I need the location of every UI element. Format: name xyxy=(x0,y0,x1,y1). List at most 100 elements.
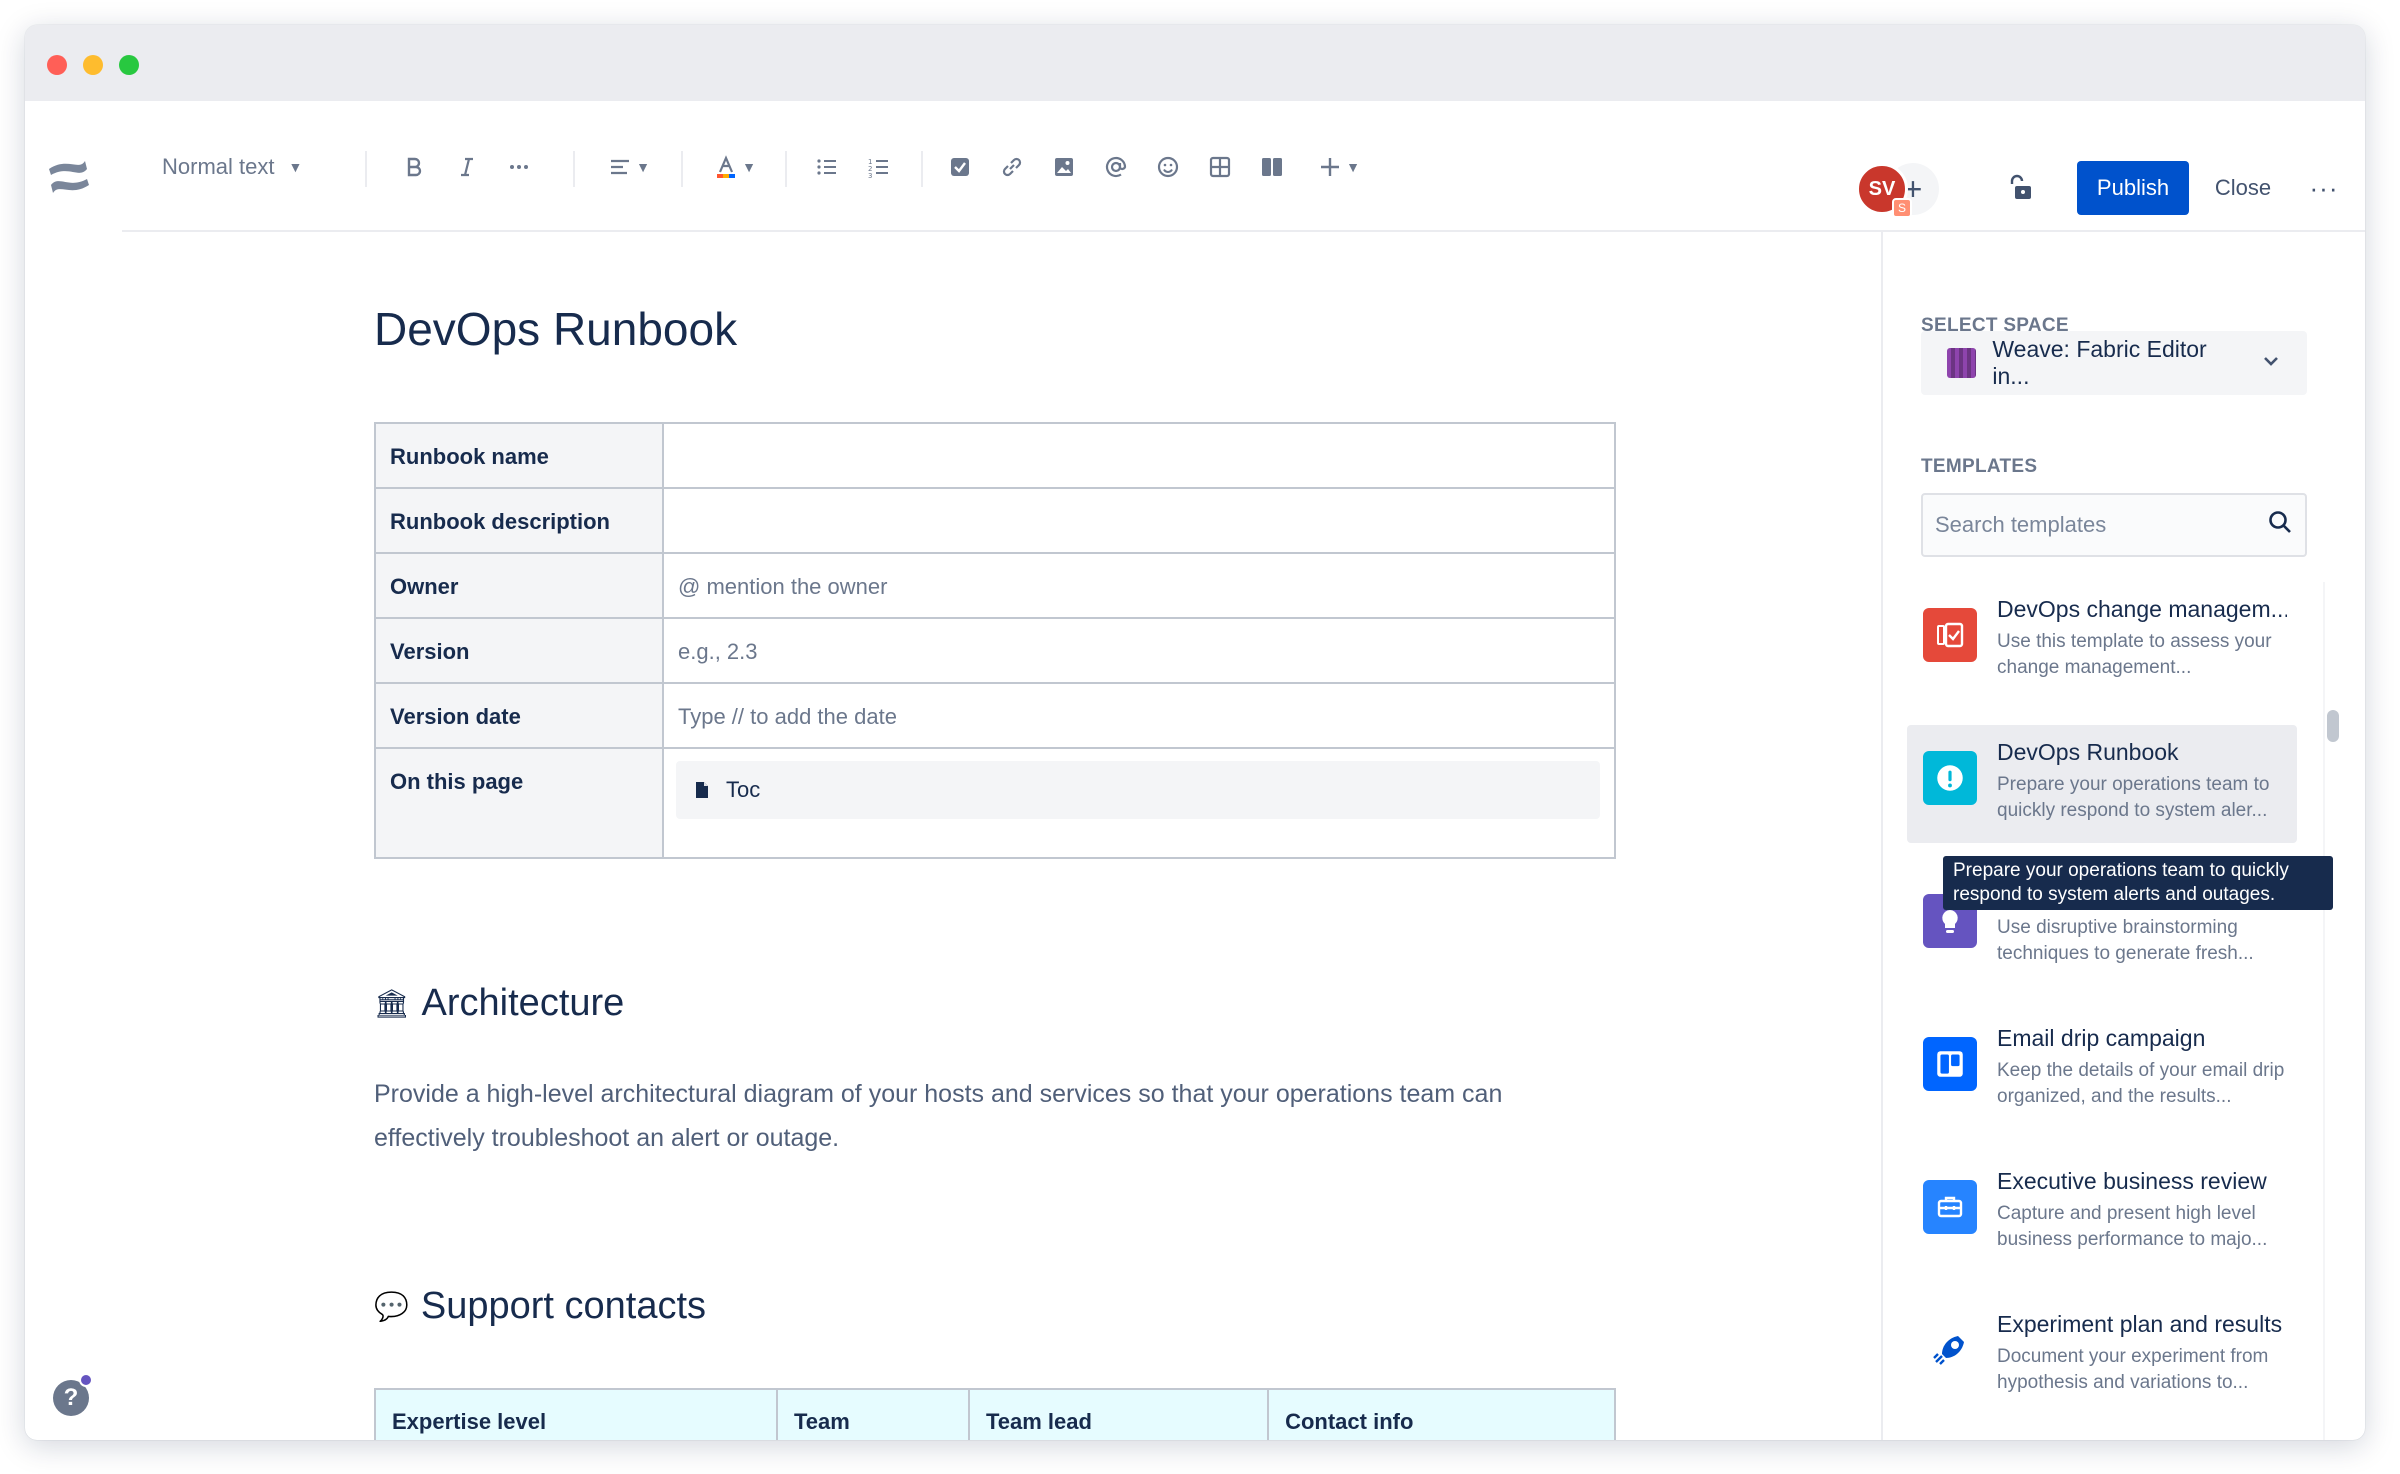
scrollbar-thumb[interactable] xyxy=(2327,710,2339,742)
insert-dropdown[interactable]: ▼ xyxy=(1309,147,1369,187)
column-header[interactable]: Contact info xyxy=(1267,1388,1616,1440)
template-item[interactable]: Email drip campaign Keep the details of y… xyxy=(1907,1011,2297,1129)
bullet-list-icon[interactable] xyxy=(807,147,847,187)
column-header[interactable]: Expertise level xyxy=(374,1388,778,1440)
board-icon xyxy=(1923,1037,1977,1091)
numbered-list-icon[interactable]: 123 xyxy=(859,147,899,187)
italic-icon[interactable] xyxy=(447,147,487,187)
toc-cell[interactable]: Toc xyxy=(662,747,1616,859)
action-item-icon[interactable] xyxy=(940,147,980,187)
template-text: Experiment plan and results Document your… xyxy=(1997,1311,2287,1415)
unlock-icon[interactable] xyxy=(2000,168,2040,208)
table-value-cell[interactable] xyxy=(662,487,1616,554)
table-row: Version date Type // to add the date xyxy=(374,682,1616,749)
table-value-cell[interactable] xyxy=(662,422,1616,489)
template-item[interactable]: DevOps change managem... Use this templat… xyxy=(1907,582,2297,700)
table-key-cell[interactable]: On this page xyxy=(374,747,664,859)
template-title: DevOps Runbook xyxy=(1997,739,2179,765)
emoji-icon[interactable] xyxy=(1148,147,1188,187)
template-title: DevOps change managem... xyxy=(1997,596,2287,622)
template-list: DevOps change managem... Use this templat… xyxy=(1883,582,2323,1440)
toolbar-divider xyxy=(681,151,683,187)
bold-icon[interactable] xyxy=(394,147,434,187)
template-description: Use this template to assess your change … xyxy=(1997,631,2272,678)
toolbar-divider xyxy=(573,151,575,187)
search-input[interactable] xyxy=(1935,512,2267,538)
template-sidepanel: SELECT SPACE Weave: Fabric Editor in... … xyxy=(1881,232,2353,1440)
template-text: DevOps change managem... Use this templat… xyxy=(1997,596,2287,700)
confluence-logo-icon[interactable] xyxy=(47,155,91,199)
column-header[interactable]: Team xyxy=(775,1388,970,1440)
document-icon xyxy=(696,782,708,798)
table-key-cell[interactable]: Runbook description xyxy=(374,487,664,554)
architecture-heading[interactable]: 🏛 Architecture xyxy=(374,982,624,1025)
table-row: Version e.g., 2.3 xyxy=(374,617,1616,684)
table-key-cell[interactable]: Owner xyxy=(374,552,664,619)
space-select[interactable]: Weave: Fabric Editor in... xyxy=(1921,331,2307,395)
mention-icon[interactable] xyxy=(1096,147,1136,187)
column-header[interactable]: Team lead xyxy=(967,1388,1270,1440)
template-title: Executive business review xyxy=(1997,1168,2267,1194)
table-row: Runbook description xyxy=(374,487,1616,554)
scrollbar-track xyxy=(2323,582,2325,1440)
window-maximize-button[interactable] xyxy=(119,55,139,75)
text-color-dropdown[interactable]: ▼ xyxy=(705,147,765,187)
table-key-cell[interactable]: Version xyxy=(374,617,664,684)
template-description: Capture and present high level business … xyxy=(1997,1203,2268,1250)
support-contacts-heading[interactable]: 💬 Support contacts xyxy=(374,1285,706,1328)
more-options-button[interactable]: ··· xyxy=(2297,161,2351,215)
table-key-cell[interactable]: Runbook name xyxy=(374,422,664,489)
table-row: Runbook name xyxy=(374,422,1616,489)
text-style-dropdown[interactable]: Normal text ▼ xyxy=(162,147,342,187)
space-name: Weave: Fabric Editor in... xyxy=(1992,336,2207,389)
table-icon[interactable] xyxy=(1200,147,1240,187)
table-value-cell[interactable]: e.g., 2.3 xyxy=(662,617,1616,684)
text-style-label: Normal text xyxy=(162,154,275,179)
toc-macro[interactable]: Toc xyxy=(676,761,1600,819)
notification-dot xyxy=(79,1373,93,1387)
classical-building-icon: 🏛 xyxy=(374,988,410,1019)
image-icon[interactable] xyxy=(1044,147,1084,187)
architecture-description[interactable]: Provide a high-level architectural diagr… xyxy=(374,1072,1594,1160)
title-bar xyxy=(25,25,2365,101)
publish-button[interactable]: Publish xyxy=(2077,161,2189,215)
toolbar-divider xyxy=(921,151,923,187)
template-item[interactable]: DevOps Runbook Prepare your operations te… xyxy=(1907,725,2297,843)
window-minimize-button[interactable] xyxy=(83,55,103,75)
chevron-down-icon: ▼ xyxy=(288,159,303,175)
runbook-info-table: Runbook name Runbook description Owner @ me… xyxy=(374,422,1616,859)
editor-canvas[interactable]: DevOps Runbook Runbook name Runbook descr… xyxy=(25,232,1881,1440)
rocket-icon xyxy=(1923,1323,1977,1377)
editor-toolbar: Normal text ▼ ▼ ▼ 1 2 3 ▼ + SV S Publish… xyxy=(25,101,2365,231)
space-avatar-icon xyxy=(1947,348,1977,378)
table-row: Owner @ mention the owner xyxy=(374,552,1616,619)
template-title: Email drip campaign xyxy=(1997,1025,2206,1051)
checklist-icon xyxy=(1923,608,1977,662)
insert-icon xyxy=(1321,158,1340,176)
speech-bubble-icon: 💬 xyxy=(374,1291,409,1322)
more-formatting-icon[interactable] xyxy=(499,147,539,187)
template-title: Experiment plan and results xyxy=(1997,1311,2283,1337)
toc-label: Toc xyxy=(726,777,761,802)
template-description: Keep the details of your email drip orga… xyxy=(1997,1060,2285,1107)
table-value-cell[interactable]: Type // to add the date xyxy=(662,682,1616,749)
template-item[interactable]: Executive business review Capture and pre… xyxy=(1907,1154,2297,1272)
link-icon[interactable] xyxy=(992,147,1032,187)
templates-label: TEMPLATES xyxy=(1921,456,2038,477)
template-item[interactable]: Experiment plan and results Document your… xyxy=(1907,1297,2297,1415)
template-text: Executive business review Capture and pre… xyxy=(1997,1168,2287,1272)
support-contacts-heading-text: Support contacts xyxy=(420,1285,707,1327)
table-value-cell[interactable]: @ mention the owner xyxy=(662,552,1616,619)
table-key-cell[interactable]: Version date xyxy=(374,682,664,749)
toolbar-divider xyxy=(365,151,367,187)
architecture-heading-text: Architecture xyxy=(421,982,625,1024)
align-dropdown[interactable]: ▼ xyxy=(599,147,659,187)
layouts-icon[interactable] xyxy=(1252,147,1292,187)
window-close-button[interactable] xyxy=(47,55,67,75)
text-color-icon xyxy=(717,155,736,178)
close-button[interactable]: Close xyxy=(2193,161,2293,215)
toolbar-divider xyxy=(785,151,787,187)
search-icon[interactable] xyxy=(2267,509,2293,541)
table-row: On this page Toc xyxy=(374,747,1616,859)
page-title[interactable]: DevOps Runbook xyxy=(374,302,737,356)
